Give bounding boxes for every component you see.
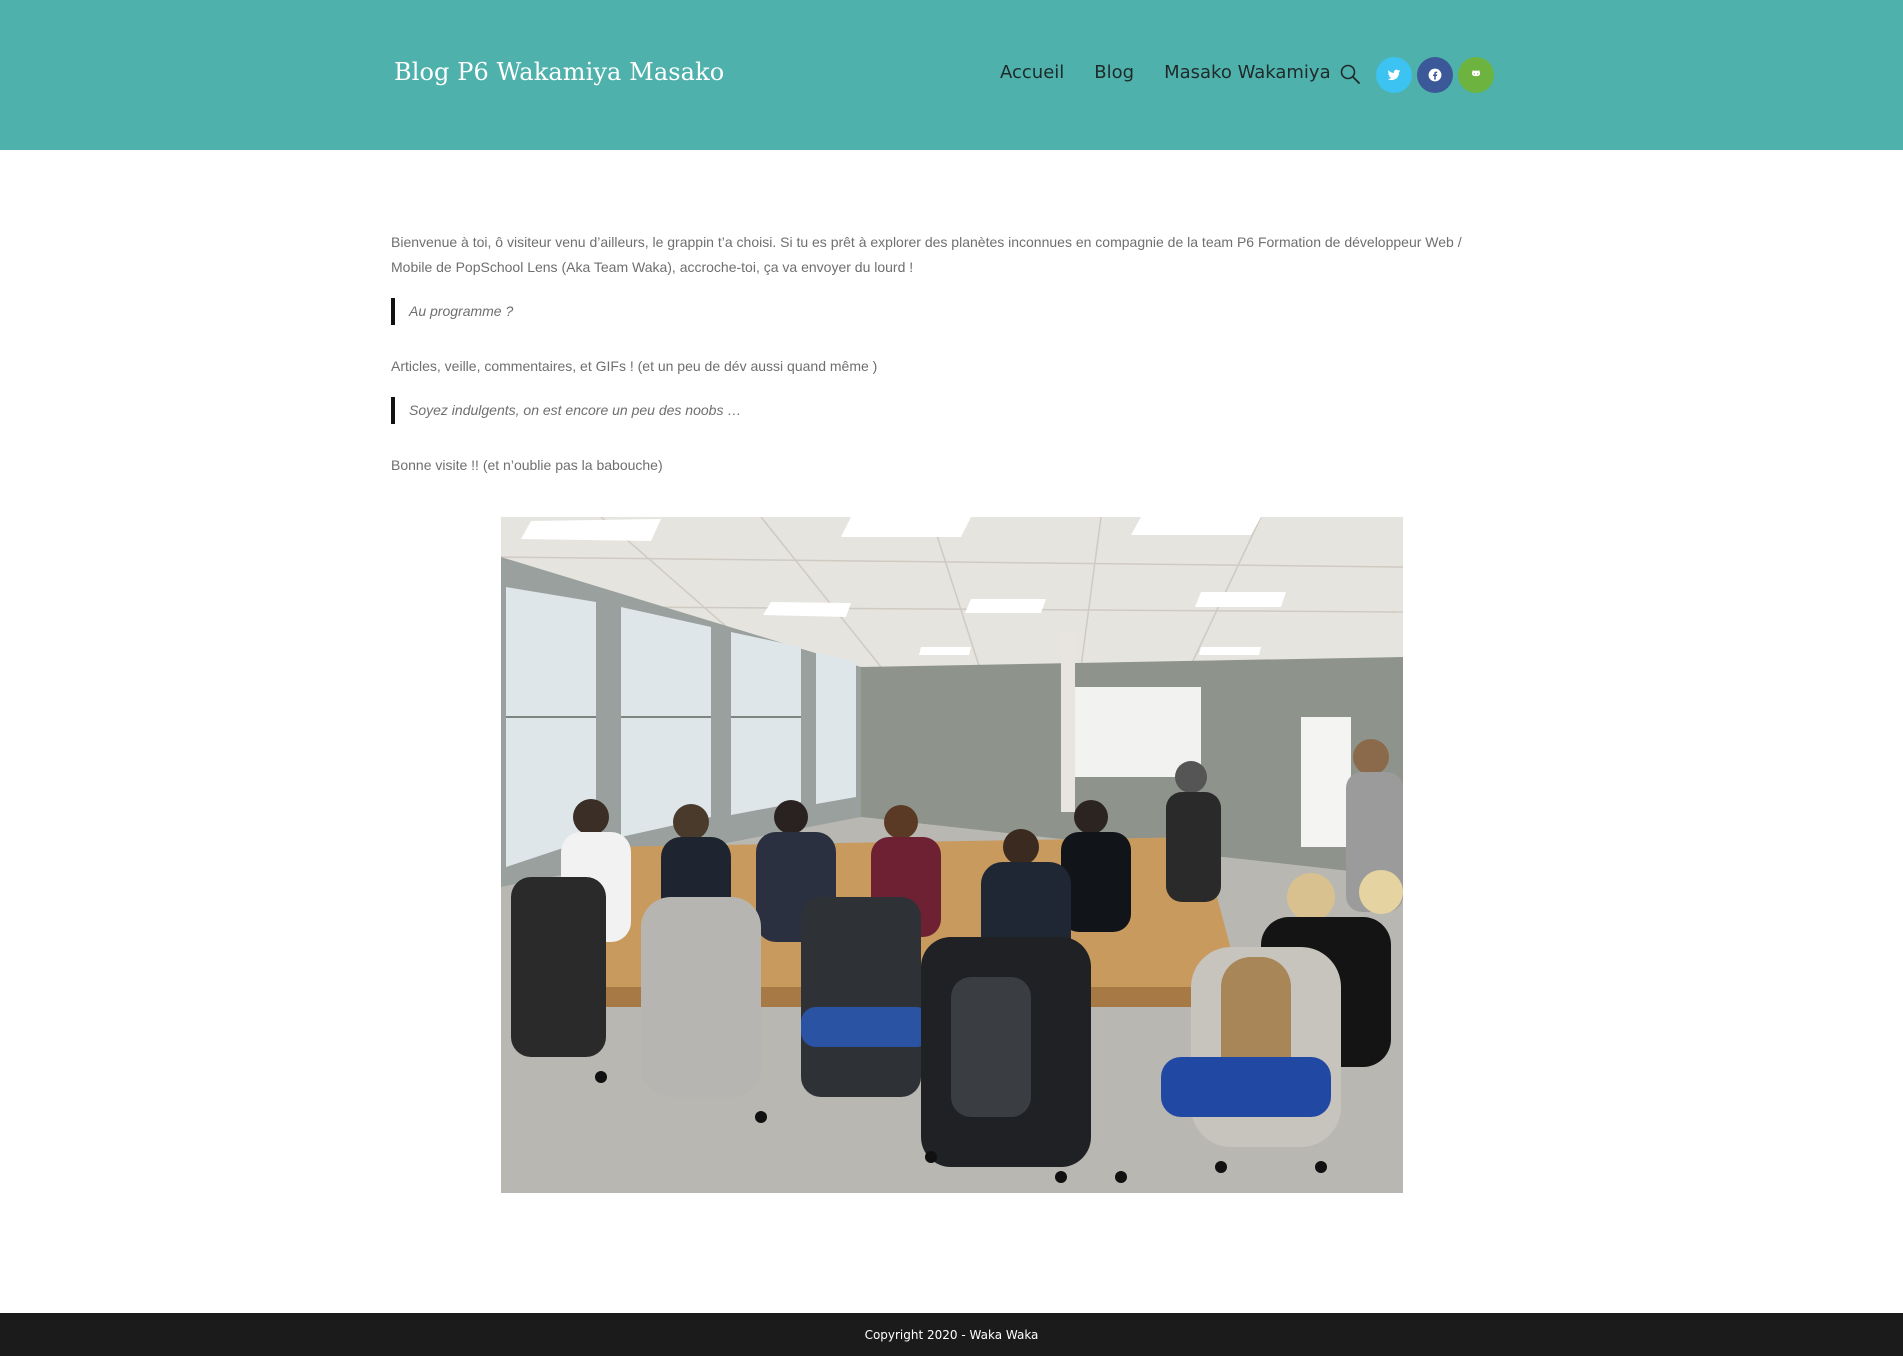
nav-blog[interactable]: Blog [1094, 62, 1134, 83]
page: Blog P6 Wakamiya Masako Accueil Blog Mas… [0, 0, 1903, 1356]
intro-paragraph: Bienvenue à toi, ô visiteur venu d’aille… [391, 234, 1462, 275]
search-icon[interactable] [1339, 63, 1361, 85]
twitter-icon [1387, 69, 1401, 81]
articles-paragraph: Articles, veille, commentaires, et GIFs … [391, 358, 878, 374]
nav-masako-wakamiya[interactable]: Masako Wakamiya [1164, 62, 1331, 83]
quote-au-programme: Au programme ? [391, 298, 513, 325]
classroom-photo [501, 517, 1403, 1193]
github-icon [1471, 70, 1481, 77]
copyright-text: Copyright 2020 - Waka Waka [864, 1327, 1039, 1342]
site-header: Blog P6 Wakamiya Masako Accueil Blog Mas… [0, 0, 1903, 150]
site-footer: Copyright 2020 - Waka Waka [0, 1313, 1903, 1356]
twitter-button[interactable] [1376, 57, 1412, 93]
bonne-visite-paragraph: Bonne visite !! (et n’oublie pas la babo… [391, 457, 663, 473]
github-button[interactable] [1458, 57, 1494, 93]
facebook-icon [1428, 68, 1442, 82]
main-nav: Accueil Blog Masako Wakamiya [1000, 62, 1361, 83]
site-title[interactable]: Blog P6 Wakamiya Masako [394, 58, 724, 86]
facebook-button[interactable] [1417, 57, 1453, 93]
quote-indulgents: Soyez indulgents, on est encore un peu d… [391, 397, 741, 424]
nav-accueil[interactable]: Accueil [1000, 62, 1064, 83]
